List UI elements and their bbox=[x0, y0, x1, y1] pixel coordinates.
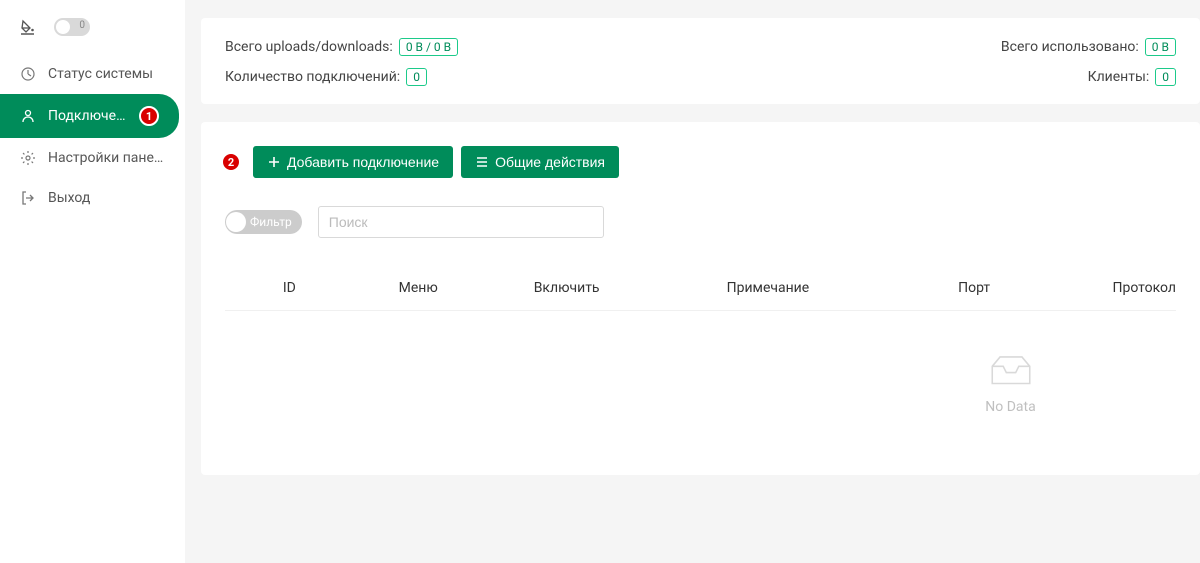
stats-card: Всего uploads/downloads: 0 B / 0 B Всего… bbox=[201, 18, 1200, 104]
stats-clients-value: 0 bbox=[1155, 68, 1176, 86]
theme-toggle[interactable]: 0 bbox=[54, 18, 90, 36]
plus-icon bbox=[267, 155, 281, 169]
stats-uploads-value: 0 B / 0 B bbox=[399, 38, 458, 56]
no-data-text: No Data bbox=[985, 399, 1035, 415]
sidebar: 0 Статус системы Подключения 1 bbox=[0, 0, 185, 563]
table-col-enable: Включить bbox=[534, 280, 727, 296]
stats-conn-value: 0 bbox=[406, 68, 427, 86]
hamburger-icon bbox=[475, 155, 489, 169]
sidebar-item-exit[interactable]: Выход bbox=[0, 178, 185, 218]
sidebar-item-connections[interactable]: Подключения 1 bbox=[0, 94, 179, 138]
bulk-actions-button[interactable]: Общие действия bbox=[461, 146, 619, 178]
filter-toggle-knob bbox=[226, 212, 246, 232]
sidebar-item-label: Выход bbox=[48, 190, 90, 206]
table-col-protocol: Протокол bbox=[1112, 280, 1176, 296]
sidebar-item-label: Статус системы bbox=[48, 66, 153, 82]
gear-icon bbox=[20, 150, 36, 166]
add-connection-label: Добавить подключение bbox=[287, 154, 439, 170]
table-col-port: Порт bbox=[958, 280, 1112, 296]
user-icon bbox=[20, 108, 36, 124]
filter-row: Фильтр bbox=[225, 206, 1176, 238]
sidebar-item-label: Подключения bbox=[48, 108, 127, 124]
table-col-note: Примечание bbox=[727, 280, 959, 296]
sidebar-item-settings[interactable]: Настройки пане… bbox=[0, 138, 185, 178]
theme-fill-icon bbox=[20, 19, 36, 35]
bulk-actions-label: Общие действия bbox=[495, 154, 605, 170]
logout-icon bbox=[20, 190, 36, 206]
table-header: ID Меню Включить Примечание Порт Протоко… bbox=[225, 266, 1176, 311]
theme-toggle-knob bbox=[56, 20, 70, 34]
stats-row-uploads: Всего uploads/downloads: 0 B / 0 B Всего… bbox=[225, 38, 1176, 56]
empty-box-icon bbox=[986, 351, 1036, 391]
theme-toggle-mark: 0 bbox=[79, 20, 85, 31]
sidebar-item-label: Настройки пане… bbox=[48, 150, 163, 166]
dashboard-icon bbox=[20, 66, 36, 82]
filter-toggle-label: Фильтр bbox=[250, 215, 292, 229]
search-input[interactable] bbox=[318, 206, 604, 238]
stats-uploads-label: Всего uploads/downloads: bbox=[225, 39, 393, 55]
main-content: Всего uploads/downloads: 0 B / 0 B Всего… bbox=[185, 0, 1200, 563]
stats-used-value: 0 B bbox=[1145, 38, 1176, 56]
stats-row-connections: Количество подключений: 0 Клиенты: 0 bbox=[225, 68, 1176, 86]
action-button-row: 2 Добавить подключение Общие действия bbox=[225, 146, 1176, 178]
filter-toggle[interactable]: Фильтр bbox=[225, 210, 302, 234]
table-col-blank bbox=[225, 280, 283, 296]
connections-card: 2 Добавить подключение Общие действия bbox=[201, 122, 1200, 475]
table-col-id: ID bbox=[283, 280, 399, 296]
stats-conn-label: Количество подключений: bbox=[225, 69, 400, 85]
annotation-badge-2: 2 bbox=[221, 152, 241, 172]
annotation-badge-1: 1 bbox=[139, 106, 159, 126]
no-data-placeholder: No Data bbox=[845, 311, 1176, 435]
stats-used-label: Всего использовано: bbox=[1001, 39, 1139, 55]
table-col-menu: Меню bbox=[399, 280, 534, 296]
stats-clients-label: Клиенты: bbox=[1088, 69, 1150, 85]
sidebar-item-status[interactable]: Статус системы bbox=[0, 54, 185, 94]
add-connection-button[interactable]: Добавить подключение bbox=[253, 146, 453, 178]
sidebar-top-controls: 0 bbox=[0, 18, 185, 54]
